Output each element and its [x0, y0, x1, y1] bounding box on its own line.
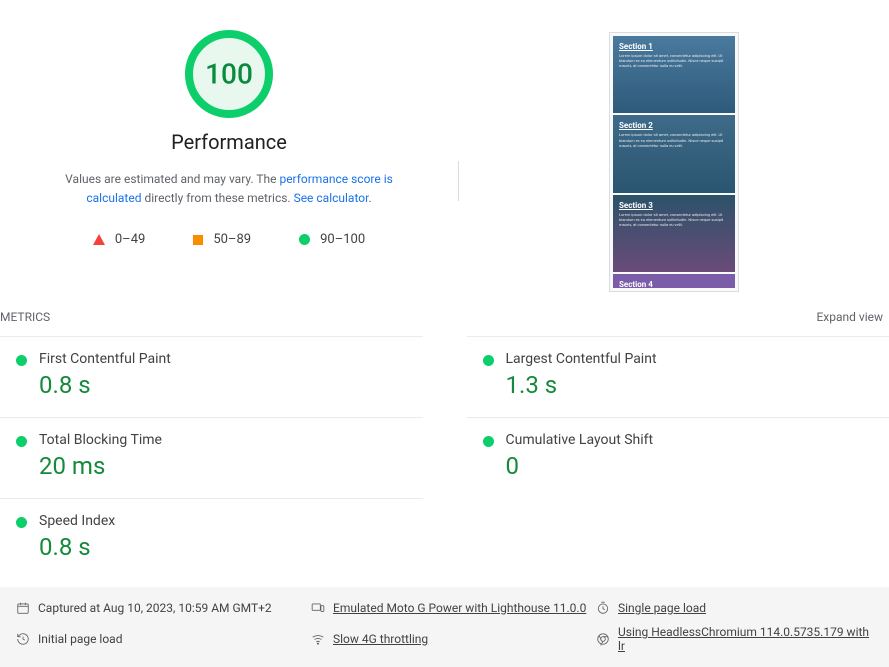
page-screenshot-preview: Section 1 Lorem ipsum dolor sit amet, con… [609, 32, 739, 292]
calendar-icon [16, 601, 30, 615]
triangle-icon [93, 234, 105, 245]
performance-gauge: 100 [183, 28, 275, 120]
metric-si: Speed Index 0.8 s [0, 498, 423, 579]
estimate-middle: directly from these metrics. [141, 191, 293, 205]
pass-dot-icon [16, 355, 27, 366]
estimate-text: Values are estimated and may vary. The p… [39, 170, 419, 208]
metric-fcp: First Contentful Paint 0.8 s [0, 336, 423, 417]
footer-throttling: Slow 4G throttling [311, 625, 596, 653]
pass-dot-icon [483, 436, 494, 447]
metric-cls: Cumulative Layout Shift 0 [467, 417, 889, 498]
legend-fail: 0–49 [93, 232, 145, 247]
preview-s4: Section 4 [619, 280, 729, 288]
legend-pass: 90–100 [299, 232, 365, 247]
metric-fcp-name: First Contentful Paint [39, 351, 171, 367]
score-legend: 0–49 50–89 90–100 [0, 232, 458, 247]
metric-si-name: Speed Index [39, 513, 115, 529]
metric-lcp-name: Largest Contentful Paint [506, 351, 657, 367]
footer-browser: Using HeadlessChromium 114.0.5735.179 wi… [596, 625, 873, 653]
gauge-score: 100 [205, 58, 253, 91]
footer-emulated-text[interactable]: Emulated Moto G Power with Lighthouse 11… [333, 601, 586, 615]
preview-s3: Section 3 [619, 201, 729, 210]
estimate-prefix: Values are estimated and may vary. The [65, 172, 279, 186]
footer-browser-text[interactable]: Using HeadlessChromium 114.0.5735.179 wi… [618, 625, 873, 653]
gauge-area: 100 Performance Values are estimated and… [0, 0, 458, 292]
chrome-icon [596, 632, 610, 646]
timer-icon [596, 601, 610, 615]
wifi-icon [311, 632, 325, 646]
run-info-footer: Captured at Aug 10, 2023, 10:59 AM GMT+2… [0, 587, 889, 667]
metric-fcp-value: 0.8 s [39, 371, 171, 399]
preview-area: Section 1 Lorem ipsum dolor sit amet, con… [459, 0, 889, 292]
see-calculator-link[interactable]: See calculator [294, 191, 369, 205]
metric-si-value: 0.8 s [39, 533, 115, 561]
metric-cls-value: 0 [506, 452, 654, 480]
footer-captured-text: Captured at Aug 10, 2023, 10:59 AM GMT+2 [38, 601, 272, 615]
preview-s1: Section 1 [619, 42, 729, 51]
legend-avg: 50–89 [193, 232, 251, 247]
metrics-grid: First Contentful Paint 0.8 s Largest Cont… [0, 336, 889, 579]
preview-s3-body: Lorem ipsum dolor sit amet, consectetur … [619, 212, 729, 228]
footer-single-text[interactable]: Single page load [618, 601, 706, 615]
pass-dot-icon [16, 517, 27, 528]
legend-pass-label: 90–100 [320, 232, 365, 247]
legend-fail-label: 0–49 [115, 232, 145, 247]
metric-tbt: Total Blocking Time 20 ms [0, 417, 423, 498]
footer-throttling-text[interactable]: Slow 4G throttling [333, 632, 428, 646]
metric-lcp: Largest Contentful Paint 1.3 s [467, 336, 889, 417]
gauge-label: Performance [0, 130, 458, 154]
metrics-heading: METRICS [0, 310, 50, 324]
history-icon [16, 632, 30, 646]
preview-s1-body: Lorem ipsum dolor sit amet, consectetur … [619, 53, 729, 69]
circle-icon [299, 234, 310, 245]
footer-captured: Captured at Aug 10, 2023, 10:59 AM GMT+2 [16, 601, 311, 615]
footer-initial-text: Initial page load [38, 632, 122, 646]
metric-lcp-value: 1.3 s [506, 371, 657, 399]
footer-initial: Initial page load [16, 625, 311, 653]
legend-avg-label: 50–89 [213, 232, 251, 247]
devices-icon [311, 601, 325, 615]
pass-dot-icon [483, 355, 494, 366]
preview-s2-body: Lorem ipsum dolor sit amet, consectetur … [619, 132, 729, 148]
expand-view-link[interactable]: Expand view [816, 310, 883, 324]
metric-tbt-name: Total Blocking Time [39, 432, 162, 448]
pass-dot-icon [16, 436, 27, 447]
metric-cls-name: Cumulative Layout Shift [506, 432, 654, 448]
footer-single: Single page load [596, 601, 873, 615]
metric-tbt-value: 20 ms [39, 452, 162, 480]
footer-emulated: Emulated Moto G Power with Lighthouse 11… [311, 601, 596, 615]
square-icon [193, 235, 203, 245]
estimate-period: . [368, 191, 371, 205]
preview-s2: Section 2 [619, 121, 729, 130]
